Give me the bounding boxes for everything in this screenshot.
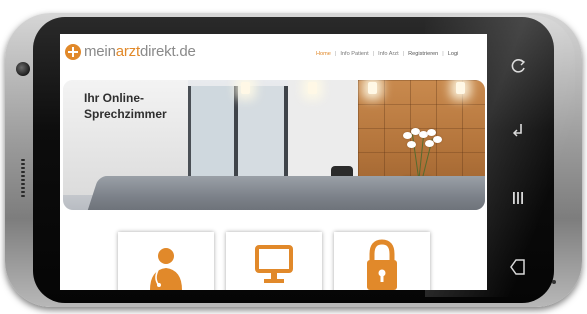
orchid-plant	[401, 128, 442, 178]
plus-logo-icon	[65, 43, 81, 60]
proximity-sensor	[552, 280, 556, 284]
ceiling-lamp	[241, 82, 250, 94]
feature-tile-padlock[interactable]	[334, 232, 430, 290]
nav-separator: |	[442, 51, 444, 57]
nav-login[interactable]: Logi	[448, 51, 459, 57]
nav-home[interactable]: Home	[316, 51, 331, 57]
back-icon[interactable]	[504, 116, 532, 144]
speaker-grille	[21, 159, 25, 199]
nav-registrieren[interactable]: Registrieren	[408, 51, 438, 57]
nav-separator: |	[372, 51, 375, 57]
doctor-icon	[150, 248, 182, 290]
reception-counter	[87, 176, 485, 210]
site-header: meinarztdirekt.de Home | Info Patient | …	[60, 34, 487, 70]
hero-banner: Ihr Online-Sprechzimmer	[63, 80, 485, 210]
feature-tile-monitor[interactable]	[226, 232, 322, 290]
feature-tile-doctor[interactable]	[118, 232, 214, 290]
nav-separator: |	[334, 51, 337, 57]
main-nav: Home | Info Patient | Info Arzt | Regist…	[316, 51, 458, 57]
ceiling-lamp	[308, 82, 317, 94]
nav-separator: |	[402, 51, 405, 57]
hero-title: Ihr Online-Sprechzimmer	[84, 91, 167, 121]
ceiling-lamp	[368, 82, 377, 94]
menu-icon[interactable]	[504, 184, 532, 212]
monitor-icon	[255, 245, 293, 283]
nav-info-patient[interactable]: Info Patient	[340, 51, 368, 57]
ceiling-lamp	[456, 82, 465, 94]
site-logo[interactable]: meinarztdirekt.de	[65, 43, 196, 60]
recent-apps-icon[interactable]	[504, 53, 532, 81]
browser-screen: meinarztdirekt.de Home | Info Patient | …	[60, 34, 487, 290]
logo-text: meinarztdirekt.de	[84, 43, 196, 60]
camera-lens-icon	[16, 62, 30, 76]
home-icon[interactable]	[504, 253, 532, 281]
nav-info-arzt[interactable]: Info Arzt	[378, 51, 399, 57]
padlock-icon	[367, 239, 397, 290]
